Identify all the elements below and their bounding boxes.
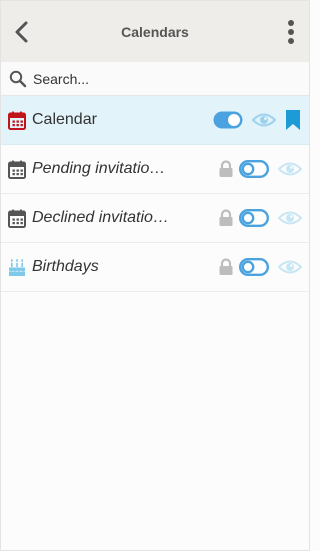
more-menu-button[interactable] (273, 1, 309, 62)
visibility-eye-icon[interactable] (277, 209, 303, 227)
calendar-actions (217, 258, 303, 276)
more-vertical-icon (288, 19, 294, 44)
back-button[interactable] (1, 1, 41, 62)
calendar-icon (1, 160, 32, 179)
search-input[interactable] (33, 70, 273, 87)
calendar-icon (1, 209, 32, 228)
lock-icon (217, 160, 235, 178)
lock-icon (217, 258, 235, 276)
chevron-left-icon (15, 21, 28, 42)
calendar-enable-toggle[interactable] (239, 209, 269, 227)
calendar-label: Pending invitatio… (32, 160, 166, 177)
calendar-row[interactable]: Pending invitatio… (1, 145, 309, 194)
calendar-row[interactable]: Declined invitatio… (1, 194, 309, 243)
search-icon (3, 70, 33, 88)
birthday-cake-icon (1, 258, 32, 277)
calendar-row[interactable]: Calendar (1, 96, 309, 145)
page-title: Calendars (121, 23, 189, 40)
calendar-actions (217, 160, 303, 178)
visibility-eye-icon[interactable] (277, 160, 303, 178)
search-bar (1, 62, 309, 96)
calendar-icon (1, 111, 32, 130)
calendar-list: Calendar Pending invitatio… Declined inv… (1, 96, 309, 292)
app-header: Calendars (1, 1, 309, 62)
default-calendar-bookmark-icon[interactable] (283, 109, 303, 131)
calendar-label: Birthdays (32, 258, 99, 275)
calendar-actions (213, 109, 303, 131)
visibility-eye-icon[interactable] (277, 258, 303, 276)
lock-icon (217, 209, 235, 227)
visibility-eye-icon[interactable] (251, 111, 277, 129)
calendar-label: Declined invitatio… (32, 209, 169, 226)
calendar-row[interactable]: Birthdays (1, 243, 309, 292)
calendar-enable-toggle[interactable] (239, 160, 269, 178)
calendar-label: Calendar (32, 111, 97, 128)
calendar-enable-toggle[interactable] (239, 258, 269, 276)
calendar-actions (217, 209, 303, 227)
calendar-enable-toggle[interactable] (213, 111, 243, 129)
